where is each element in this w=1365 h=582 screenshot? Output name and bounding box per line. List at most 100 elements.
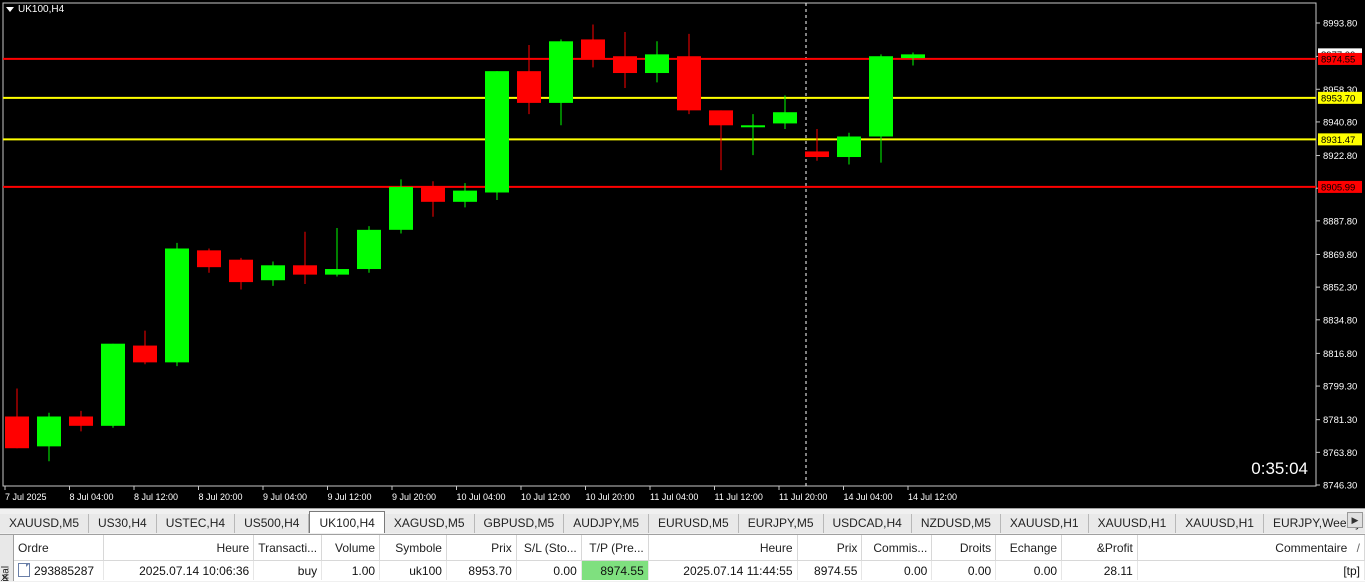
tp-cell: 8974.55 bbox=[581, 560, 649, 580]
candle-body bbox=[485, 71, 509, 193]
chart-tab[interactable]: US30,H4 bbox=[89, 514, 157, 533]
terminal-side-label-text: inal bbox=[0, 565, 12, 582]
candle-body bbox=[69, 416, 93, 426]
column-header-exchange[interactable]: Echange bbox=[995, 535, 1063, 561]
x-tick-label: 7 Jul 2025 bbox=[5, 492, 47, 502]
x-tick-label: 14 Jul 12:00 bbox=[908, 492, 957, 502]
candle-body bbox=[709, 110, 733, 126]
column-header-close-price[interactable]: Prix bbox=[797, 535, 863, 561]
candle-body bbox=[101, 343, 125, 426]
column-header-price[interactable]: Prix bbox=[446, 535, 517, 561]
candle-body bbox=[549, 41, 573, 103]
column-header-take-profit[interactable]: T/P (Pre... bbox=[581, 535, 649, 561]
chart-tab[interactable]: XAUUSD,H1 bbox=[1088, 514, 1177, 533]
y-tick-label: 8922.80 bbox=[1323, 151, 1357, 162]
y-tick-label: 8816.80 bbox=[1323, 349, 1357, 360]
x-tick-label: 11 Jul 12:00 bbox=[715, 492, 763, 502]
table-row[interactable]: 293885287 2025.07.14 10:06:36 buy 1.00 u… bbox=[14, 560, 1365, 580]
rights-cell: 0.00 bbox=[931, 560, 997, 580]
volume-cell: 1.00 bbox=[321, 560, 381, 580]
column-header-close-time[interactable]: Heure bbox=[648, 535, 798, 561]
tabs-scroll-right-icon[interactable]: ▶ bbox=[1347, 512, 1363, 528]
y-tick-label: 8869.80 bbox=[1323, 250, 1357, 261]
order-document-icon bbox=[18, 563, 30, 577]
y-tick-label: 8799.30 bbox=[1323, 382, 1357, 393]
candle-body bbox=[165, 248, 189, 363]
level-price-label: 8953.70 bbox=[1321, 93, 1355, 104]
exchange-cell: 0.00 bbox=[995, 560, 1063, 580]
y-tick-label: 8852.30 bbox=[1323, 283, 1357, 294]
chart-tab[interactable]: USDCAD,H4 bbox=[823, 514, 912, 533]
chart-tab[interactable]: XAUUSD,H1 bbox=[1000, 514, 1089, 533]
profit-cell: 28.11 bbox=[1061, 560, 1138, 580]
column-header-comment-text: Commentaire bbox=[1275, 540, 1348, 555]
x-tick-label: 11 Jul 04:00 bbox=[650, 492, 698, 502]
column-header-symbol[interactable]: Symbole bbox=[379, 535, 447, 561]
candle-body bbox=[677, 56, 701, 111]
chart-tab[interactable]: UK100,H4 bbox=[309, 511, 385, 533]
chart-tab[interactable]: AUDJPY,M5 bbox=[564, 514, 649, 533]
column-header-stop-loss[interactable]: S/L (Sto... bbox=[516, 535, 582, 561]
x-tick-label: 10 Jul 12:00 bbox=[521, 492, 570, 502]
chart-tab[interactable]: NZDUSD,M5 bbox=[911, 514, 1001, 533]
column-header-order[interactable]: Ordre bbox=[14, 535, 105, 561]
y-tick-label: 8781.30 bbox=[1323, 415, 1357, 426]
level-price-label: 8974.55 bbox=[1321, 54, 1355, 65]
chart-tab[interactable]: USTEC,H4 bbox=[156, 514, 236, 533]
x-tick-label: 11 Jul 20:00 bbox=[779, 492, 827, 502]
candle-body bbox=[133, 345, 157, 363]
column-header-commission[interactable]: Commis... bbox=[861, 535, 933, 561]
x-tick-label: 9 Jul 04:00 bbox=[263, 492, 307, 502]
chart-tab[interactable]: EURJPY,M5 bbox=[738, 514, 824, 533]
open-price-cell: 8953.70 bbox=[446, 560, 517, 580]
candle-body bbox=[645, 54, 669, 74]
table-header-row: Ordre Heure Transacti... Volume Symbole … bbox=[14, 535, 1365, 561]
symbol-cell: uk100 bbox=[379, 560, 447, 580]
candle-body bbox=[293, 265, 317, 275]
candle-body bbox=[773, 112, 797, 124]
column-header-profit[interactable]: &Profit bbox=[1061, 535, 1138, 561]
candlestick-chart[interactable]: 8993.808975.908958.308940.808922.808905.… bbox=[0, 0, 1365, 508]
candle-body bbox=[357, 229, 381, 270]
chart-tab[interactable]: GBPUSD,M5 bbox=[474, 514, 565, 533]
type-cell: buy bbox=[253, 560, 323, 580]
chart-symbol-label[interactable]: UK100,H4 bbox=[6, 4, 64, 15]
sl-cell: 0.00 bbox=[516, 560, 582, 580]
y-tick-label: 8940.80 bbox=[1323, 117, 1357, 128]
y-tick-label: 8887.80 bbox=[1323, 216, 1357, 227]
x-tick-label: 8 Jul 12:00 bbox=[134, 492, 178, 502]
x-tick-label: 10 Jul 20:00 bbox=[586, 492, 635, 502]
chart-tab[interactable]: XAUUSD,M5 bbox=[0, 514, 90, 533]
column-header-open-time[interactable]: Heure bbox=[103, 535, 255, 561]
chart-tab[interactable]: US500,H4 bbox=[235, 514, 310, 533]
chart-tab[interactable]: XAUUSD,H1 bbox=[1176, 514, 1264, 533]
plot-frame bbox=[2, 2, 1317, 487]
dropdown-triangle-icon[interactable] bbox=[6, 7, 14, 12]
column-header-volume[interactable]: Volume bbox=[321, 535, 381, 561]
y-tick-label: 8746.30 bbox=[1323, 481, 1357, 492]
level-price-label: 8905.99 bbox=[1321, 182, 1355, 193]
x-tick-label: 10 Jul 04:00 bbox=[457, 492, 506, 502]
candle-body bbox=[581, 39, 605, 59]
chart-tab[interactable]: XAGUSD,M5 bbox=[384, 514, 475, 533]
x-tick-label: 8 Jul 20:00 bbox=[199, 492, 243, 502]
candle-body bbox=[805, 151, 829, 158]
candle-body bbox=[613, 56, 637, 74]
x-tick-label: 8 Jul 04:00 bbox=[70, 492, 114, 502]
column-header-comment[interactable]: Commentaire / bbox=[1137, 535, 1365, 561]
terminal-side-label[interactable]: ✕ inal bbox=[0, 535, 14, 582]
order-cell: 293885287 bbox=[14, 560, 105, 580]
comment-cell: [tp] bbox=[1137, 560, 1365, 580]
price-chart-window[interactable]: 8993.808975.908958.308940.808922.808905.… bbox=[0, 0, 1365, 508]
candle-body bbox=[37, 416, 61, 447]
candle-body bbox=[741, 125, 765, 128]
close-price-cell: 8974.55 bbox=[797, 560, 863, 580]
chart-tab[interactable]: EURUSD,M5 bbox=[649, 514, 739, 533]
candle-body bbox=[517, 71, 541, 103]
x-tick-label: 9 Jul 12:00 bbox=[328, 492, 372, 502]
y-tick-label: 8834.80 bbox=[1323, 315, 1357, 326]
x-tick-label: 9 Jul 20:00 bbox=[392, 492, 436, 502]
column-header-transaction[interactable]: Transacti... bbox=[253, 535, 323, 561]
close-time-cell: 2025.07.14 11:44:55 bbox=[648, 560, 798, 580]
column-header-rights[interactable]: Droits bbox=[931, 535, 997, 561]
